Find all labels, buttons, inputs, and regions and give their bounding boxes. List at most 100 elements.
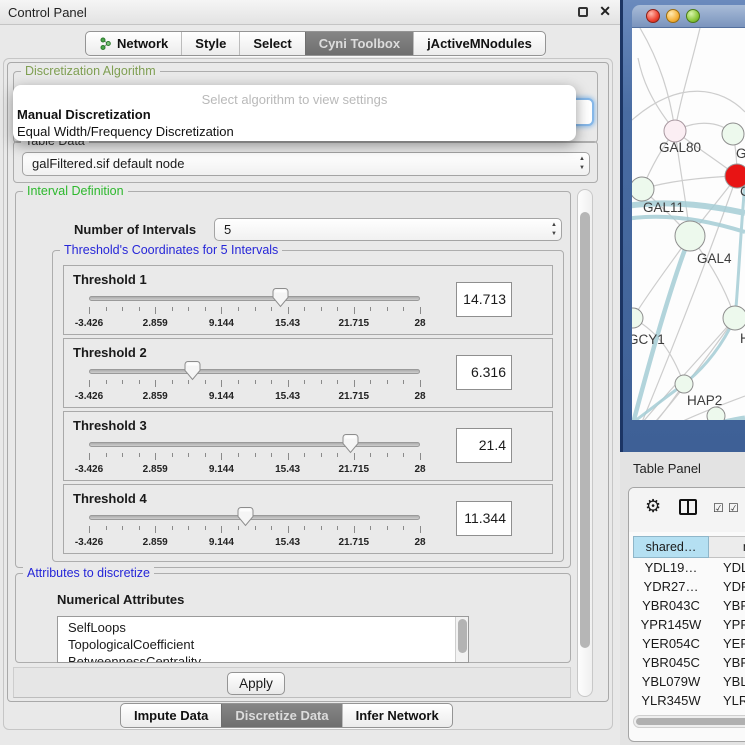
cell-shared-name[interactable]: YBR045C <box>633 653 709 672</box>
gear-icon[interactable]: ⚙ <box>645 496 661 517</box>
dropdown-option-equal-width[interactable]: Equal Width/Frequency Discretization <box>13 123 576 140</box>
tick-mark <box>106 307 107 311</box>
cell-shared-name[interactable]: YPR145W <box>633 615 709 634</box>
table-row[interactable]: YER054CYER054C <box>633 634 745 653</box>
tick-label: -3.426 <box>75 391 103 402</box>
threshold-value-field[interactable]: 21.4 <box>456 428 512 463</box>
network-node-green[interactable] <box>722 123 744 145</box>
tab-cyni-toolbox[interactable]: Cyni Toolbox <box>305 32 413 55</box>
list-item[interactable]: SelfLoops <box>58 619 468 636</box>
cell-name[interactable]: YBR043C <box>709 596 745 615</box>
column-name[interactable]: name <box>709 536 745 558</box>
threshold-slider[interactable]: -3.4262.8599.14415.4321.71528 <box>89 436 420 480</box>
tick-mark <box>304 380 305 384</box>
cell-name[interactable]: YER054C <box>709 634 745 653</box>
cyni-toolbox-content: Discretization Algorithm Select algorith… <box>7 62 609 702</box>
slider-handle-icon[interactable] <box>342 434 359 454</box>
tab-style[interactable]: Style <box>181 32 239 55</box>
panel-scrollbar[interactable] <box>577 189 593 697</box>
slider-track[interactable] <box>89 515 420 520</box>
slider-handle-icon[interactable] <box>184 361 201 381</box>
table-header[interactable]: shared… name <box>633 536 745 558</box>
cell-name[interactable]: YBL079W <box>709 672 745 691</box>
list-item[interactable]: BetweennessCentrality <box>58 653 468 663</box>
tick-mark <box>255 453 256 457</box>
tick-mark <box>238 453 239 457</box>
tab-discretize-data[interactable]: Discretize Data <box>221 704 341 727</box>
apply-button[interactable]: Apply <box>227 672 285 695</box>
tab-infer-network[interactable]: Infer Network <box>342 704 452 727</box>
table-row[interactable]: YLR345WYLR345W <box>633 691 745 710</box>
cell-name[interactable]: YBR045C <box>709 653 745 672</box>
attributes-listbox[interactable]: SelfLoopsTopologicalCoefficientBetweenne… <box>57 616 469 663</box>
tick-mark <box>337 453 338 457</box>
table-data-group: Table Data galFiltered.sif default node … <box>13 141 598 183</box>
tick-mark <box>304 307 305 311</box>
tick-mark <box>106 380 107 384</box>
cell-shared-name[interactable]: YBR043C <box>633 596 709 615</box>
cell-shared-name[interactable]: YER054C <box>633 634 709 653</box>
tick-mark <box>238 307 239 311</box>
threshold-value-field[interactable]: 11.344 <box>456 501 512 536</box>
tab-impute-data[interactable]: Impute Data <box>121 704 221 727</box>
tick-label: 21.715 <box>339 318 370 329</box>
table-data-combobox[interactable]: galFiltered.sif default node ▲▼ <box>22 152 590 176</box>
cell-name[interactable]: YDL19… <box>709 558 745 577</box>
slider-handle-icon[interactable] <box>237 507 254 527</box>
cell-shared-name[interactable]: YDR27… <box>633 577 709 596</box>
tick-mark <box>139 307 140 311</box>
network-node-green[interactable] <box>675 375 693 393</box>
tick-mark <box>403 526 404 530</box>
tick-mark <box>271 453 272 457</box>
dropdown-option-manual[interactable]: Manual Discretization <box>13 106 576 123</box>
tab-network[interactable]: Network <box>86 32 181 55</box>
table-row[interactable]: YDL19…YDL19… <box>633 558 745 577</box>
slider-handle-icon[interactable] <box>272 288 289 308</box>
table-row[interactable]: YBR045CYBR045C <box>633 653 745 672</box>
checkbox-icon[interactable]: ☑ <box>728 501 739 515</box>
slider-track[interactable] <box>89 442 420 447</box>
network-node-pink[interactable] <box>664 120 686 142</box>
table-row[interactable]: YPR145WYPR145W <box>633 615 745 634</box>
float-icon[interactable] <box>578 7 588 17</box>
tab-label: jActiveMNodules <box>427 36 532 51</box>
table-row[interactable]: YBR043CYBR043C <box>633 596 745 615</box>
threshold-slider[interactable]: -3.4262.8599.14415.4321.71528 <box>89 509 420 553</box>
slider-track[interactable] <box>89 369 420 374</box>
network-canvas[interactable]: GAL80GACGAL11GAL4GCY1HHAP2 <box>632 28 745 420</box>
network-node-green[interactable] <box>632 177 654 201</box>
tab-jactivemnodules[interactable]: jActiveMNodules <box>413 32 545 55</box>
cell-shared-name[interactable]: YBL079W <box>633 672 709 691</box>
list-item[interactable]: TopologicalCoefficient <box>58 636 468 653</box>
table-row[interactable]: YBL079WYBL079W <box>633 672 745 691</box>
cell-shared-name[interactable]: YLR345W <box>633 691 709 710</box>
cell-name[interactable]: YDR27… <box>709 577 745 596</box>
cell-name[interactable]: YLR345W <box>709 691 745 710</box>
table-hscrollbar[interactable] <box>633 715 745 728</box>
cell-name[interactable]: YPR145W <box>709 615 745 634</box>
tick-mark <box>321 526 322 530</box>
tab-select[interactable]: Select <box>239 32 304 55</box>
tick-label: 15.43 <box>275 318 300 329</box>
network-node-green[interactable] <box>707 407 725 420</box>
list-scrollbar[interactable] <box>455 617 468 662</box>
num-intervals-combobox[interactable]: 5 ▲▼ <box>214 218 562 241</box>
threshold-value-field[interactable]: 14.713 <box>456 282 512 317</box>
close-icon[interactable]: ✕ <box>599 3 611 20</box>
slider-track[interactable] <box>89 296 420 301</box>
cell-shared-name[interactable]: YDL19… <box>633 558 709 577</box>
column-shared-name[interactable]: shared… <box>633 536 709 558</box>
close-red-icon[interactable] <box>646 9 660 23</box>
network-node-green[interactable] <box>723 306 745 330</box>
threshold-value-field[interactable]: 6.316 <box>456 355 512 390</box>
checkbox-icon[interactable]: ☑ <box>713 501 724 515</box>
table-row[interactable]: YDR27…YDR27… <box>633 577 745 596</box>
tick-mark <box>387 307 388 311</box>
network-node-green[interactable] <box>632 308 643 328</box>
threshold-slider[interactable]: -3.4262.8599.14415.4321.71528 <box>89 290 420 334</box>
threshold-slider[interactable]: -3.4262.8599.14415.4321.71528 <box>89 363 420 407</box>
columns-icon[interactable] <box>679 499 697 515</box>
network-node-green[interactable] <box>675 221 705 251</box>
zoom-green-icon[interactable] <box>686 9 700 23</box>
minimize-yellow-icon[interactable] <box>666 9 680 23</box>
